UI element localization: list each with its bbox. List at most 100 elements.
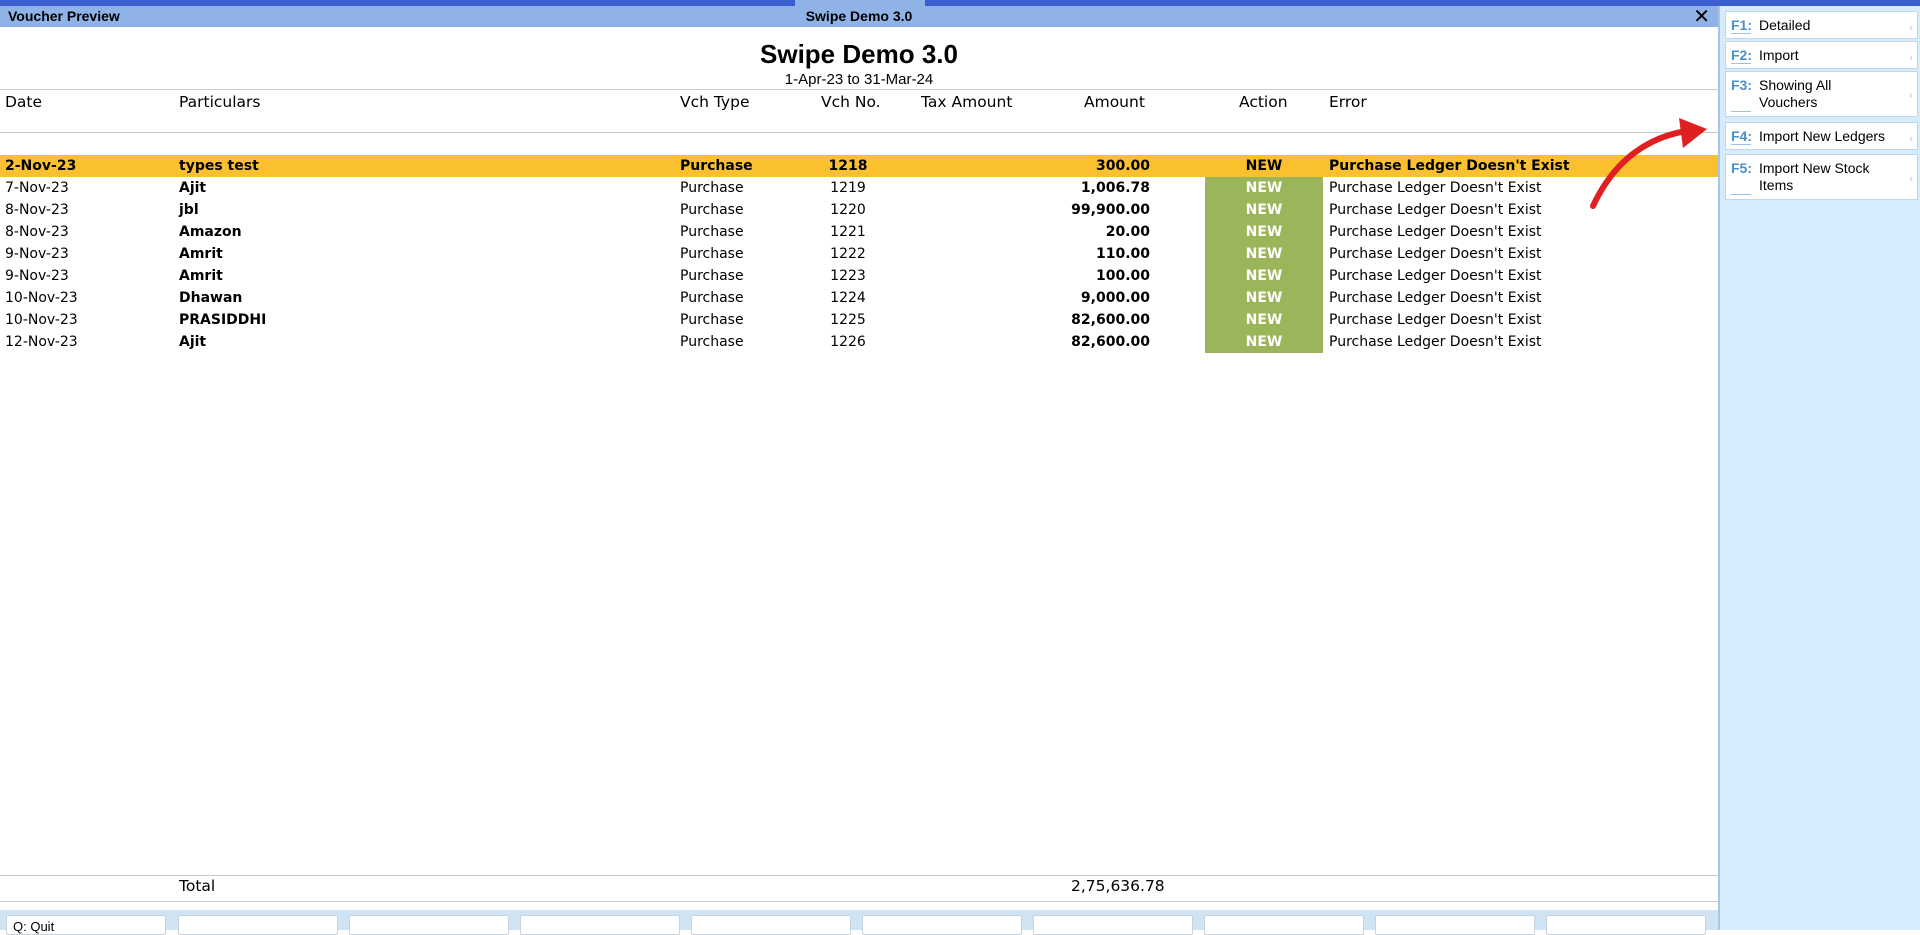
row-particulars: Ajit xyxy=(179,334,207,350)
table-row[interactable]: 9-Nov-23 Amrit Purchase 1222 110.00 NEW … xyxy=(0,243,1718,265)
row-vch-type: Purchase xyxy=(680,180,744,196)
row-vch-type: Purchase xyxy=(680,246,744,262)
key-underline xyxy=(1731,63,1751,64)
row-vch-no: 1220 xyxy=(830,202,866,218)
table-row[interactable]: 9-Nov-23 Amrit Purchase 1223 100.00 NEW … xyxy=(0,265,1718,287)
row-amount: 99,900.00 xyxy=(1071,202,1150,218)
table-row[interactable]: 8-Nov-23 Amazon Purchase 1221 20.00 NEW … xyxy=(0,221,1718,243)
row-particulars: PRASIDDHI xyxy=(179,312,267,328)
f2-import-button[interactable]: F2: Import ‹ xyxy=(1725,41,1918,69)
f4-import-new-ledgers-button[interactable]: F4: Import New Ledgers ‹ xyxy=(1725,122,1918,150)
total-amount: 2,75,636.78 xyxy=(1071,877,1165,895)
chevron-left-icon: ‹ xyxy=(1909,22,1913,35)
row-vch-no: 1219 xyxy=(830,180,866,196)
row-date: 10-Nov-23 xyxy=(5,312,78,328)
table-row[interactable]: 8-Nov-23 jbl Purchase 1220 99,900.00 NEW… xyxy=(0,199,1718,221)
table-row[interactable]: 7-Nov-23 Ajit Purchase 1219 1,006.78 NEW… xyxy=(0,177,1718,199)
row-vch-no: 1226 xyxy=(830,334,866,350)
row-amount: 82,600.00 xyxy=(1071,334,1150,350)
key-underline xyxy=(1731,144,1751,145)
total-bottom-divider xyxy=(0,901,1718,902)
f2-label: Import xyxy=(1759,47,1799,63)
f5-key: F5: xyxy=(1731,160,1752,176)
col-vch-no: Vch No. xyxy=(821,93,881,111)
row-error: Purchase Ledger Doesn't Exist xyxy=(1329,290,1542,306)
table-row[interactable]: 10-Nov-23 Dhawan Purchase 1224 9,000.00 … xyxy=(0,287,1718,309)
key-underline xyxy=(1731,111,1751,112)
row-amount: 300.00 xyxy=(1095,158,1150,174)
row-action-badge: NEW xyxy=(1205,177,1323,199)
table-row[interactable]: 12-Nov-23 Ajit Purchase 1226 82,600.00 N… xyxy=(0,331,1718,353)
row-date: 10-Nov-23 xyxy=(5,290,78,306)
col-amount: Amount xyxy=(1084,93,1145,111)
row-particulars: Amazon xyxy=(179,224,242,240)
bottom-button-slot[interactable] xyxy=(1546,915,1706,935)
f4-key: F4: xyxy=(1731,128,1752,144)
row-amount: 1,006.78 xyxy=(1080,180,1150,196)
row-action-badge: NEW xyxy=(1205,199,1323,221)
row-date: 12-Nov-23 xyxy=(5,334,78,350)
row-date: 8-Nov-23 xyxy=(5,202,69,218)
col-tax-amount: Tax Amount xyxy=(921,93,1013,111)
row-vch-no: 1222 xyxy=(830,246,866,262)
col-vch-type: Vch Type xyxy=(680,93,750,111)
row-vch-type: Purchase xyxy=(680,158,753,174)
row-error: Purchase Ledger Doesn't Exist xyxy=(1329,180,1542,196)
report-period: 1-Apr-23 to 31-Mar-24 xyxy=(784,71,934,88)
close-icon[interactable]: ✕ xyxy=(1693,4,1710,29)
table-row[interactable]: 10-Nov-23 PRASIDDHI Purchase 1225 82,600… xyxy=(0,309,1718,331)
row-error: Purchase Ledger Doesn't Exist xyxy=(1329,312,1542,328)
key-underline xyxy=(1731,33,1751,34)
row-vch-type: Purchase xyxy=(680,224,744,240)
bottom-button-slot[interactable] xyxy=(862,915,1022,935)
row-error: Purchase Ledger Doesn't Exist xyxy=(1329,158,1570,174)
row-amount: 9,000.00 xyxy=(1080,290,1150,306)
row-amount: 82,600.00 xyxy=(1071,312,1150,328)
f5-label: Import New Stock Items xyxy=(1759,160,1870,193)
key-underline xyxy=(1731,194,1751,195)
row-error: Purchase Ledger Doesn't Exist xyxy=(1329,334,1542,350)
bottom-button-slot[interactable] xyxy=(178,915,338,935)
row-particulars: types test xyxy=(179,158,259,174)
row-vch-no: 1218 xyxy=(828,158,868,174)
row-particulars: Amrit xyxy=(179,246,223,262)
bottom-button-slot[interactable] xyxy=(1033,915,1193,935)
row-amount: 100.00 xyxy=(1095,268,1150,284)
quit-button[interactable]: Q: Quit xyxy=(6,915,166,935)
col-date: Date xyxy=(5,93,43,111)
bottom-button-slot[interactable] xyxy=(1204,915,1364,935)
bottom-button-slot[interactable] xyxy=(520,915,680,935)
row-error: Purchase Ledger Doesn't Exist xyxy=(1329,268,1542,284)
bottom-button-slot[interactable] xyxy=(691,915,851,935)
row-date: 9-Nov-23 xyxy=(5,246,69,262)
row-vch-type: Purchase xyxy=(680,312,744,328)
row-vch-no: 1225 xyxy=(830,312,866,328)
row-action-badge: NEW xyxy=(1245,158,1283,174)
bottom-button-slot[interactable] xyxy=(1375,915,1535,935)
f3-showing-all-vouchers-button[interactable]: F3: Showing All Vouchers ‹ xyxy=(1725,71,1918,117)
f5-import-new-stock-items-button[interactable]: F5: Import New Stock Items ‹ xyxy=(1725,154,1918,200)
f3-label: Showing All Vouchers xyxy=(1759,77,1832,110)
chevron-left-icon: ‹ xyxy=(1909,172,1913,185)
table-row[interactable]: 2-Nov-23 types test Purchase 1218 300.00… xyxy=(0,155,1718,177)
column-headers: Date Particulars Vch Type Vch No. Tax Am… xyxy=(0,89,1718,115)
row-action-badge: NEW xyxy=(1205,265,1323,287)
row-error: Purchase Ledger Doesn't Exist xyxy=(1329,224,1542,240)
row-vch-no: 1221 xyxy=(830,224,866,240)
chevron-left-icon: ‹ xyxy=(1909,133,1913,146)
f1-detailed-button[interactable]: F1: Detailed ‹ xyxy=(1725,11,1918,39)
row-error: Purchase Ledger Doesn't Exist xyxy=(1329,246,1542,262)
f4-label: Import New Ledgers xyxy=(1759,128,1886,144)
bottom-button-slot[interactable] xyxy=(349,915,509,935)
row-vch-type: Purchase xyxy=(680,202,744,218)
company-name: Swipe Demo 3.0 xyxy=(760,39,958,69)
row-action-badge: NEW xyxy=(1205,309,1323,331)
f1-label: Detailed xyxy=(1759,17,1811,33)
bottom-button-bar: Q: Quit xyxy=(0,910,1718,935)
row-amount: 20.00 xyxy=(1105,224,1150,240)
button-sidebar: F1: Detailed ‹ F2: Import ‹ F3: Showing … xyxy=(1718,6,1920,930)
col-particulars: Particulars xyxy=(179,93,261,111)
window-title-center: Swipe Demo 3.0 xyxy=(805,8,913,24)
row-action-badge: NEW xyxy=(1205,221,1323,243)
f1-key: F1: xyxy=(1731,17,1752,33)
